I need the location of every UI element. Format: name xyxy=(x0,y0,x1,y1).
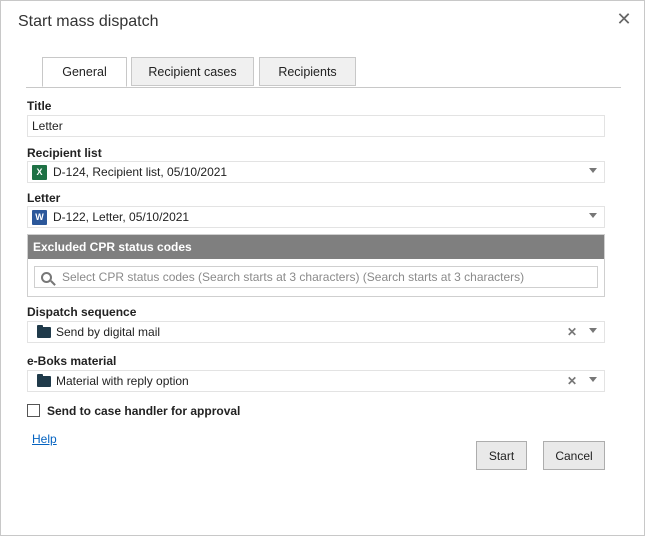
dispatch-sequence-label: Dispatch sequence xyxy=(27,305,137,319)
tab-general[interactable]: General xyxy=(42,57,127,87)
clear-icon[interactable]: ✕ xyxy=(567,325,577,339)
recipient-list-value: D-124, Recipient list, 05/10/2021 xyxy=(53,165,228,179)
cancel-button[interactable]: Cancel xyxy=(543,441,605,470)
help-link[interactable]: Help xyxy=(32,432,57,446)
excel-icon: X xyxy=(32,164,47,180)
dispatch-sequence-dropdown[interactable]: Send by digital mail ✕ xyxy=(27,321,605,343)
eboks-material-label: e-Boks material xyxy=(27,354,117,368)
mass-dispatch-dialog: Start mass dispatch ✕ General Recipient … xyxy=(0,0,645,536)
chevron-down-icon[interactable] xyxy=(589,168,597,173)
dialog-title: Start mass dispatch xyxy=(18,13,159,30)
eboks-material-value: Material with reply option xyxy=(56,374,189,388)
tab-recipients[interactable]: Recipients xyxy=(259,57,356,86)
title-label: Title xyxy=(27,99,52,113)
title-value: Letter xyxy=(32,119,63,133)
cpr-search-placeholder: Select CPR status codes (Search starts a… xyxy=(62,270,525,284)
folder-icon xyxy=(37,373,51,387)
approval-checkbox[interactable] xyxy=(27,404,40,417)
recipient-list-label: Recipient list xyxy=(27,146,102,160)
tab-recipient-cases[interactable]: Recipient cases xyxy=(131,57,254,86)
close-icon[interactable]: ✕ xyxy=(616,9,632,29)
chevron-down-icon[interactable] xyxy=(589,213,597,218)
recipient-list-dropdown[interactable]: X D-124, Recipient list, 05/10/2021 xyxy=(27,161,605,183)
approval-label: Send to case handler for approval xyxy=(47,404,241,418)
folder-icon xyxy=(37,324,51,338)
cpr-search-input[interactable]: Select CPR status codes (Search starts a… xyxy=(34,266,598,288)
chevron-down-icon[interactable] xyxy=(589,377,597,382)
chevron-down-icon[interactable] xyxy=(589,328,597,333)
eboks-material-dropdown[interactable]: Material with reply option ✕ xyxy=(27,370,605,392)
letter-value: D-122, Letter, 05/10/2021 xyxy=(53,210,190,224)
excluded-cpr-header: Excluded CPR status codes xyxy=(28,235,604,259)
letter-label: Letter xyxy=(27,191,61,205)
clear-icon[interactable]: ✕ xyxy=(567,374,577,388)
word-icon: W xyxy=(32,209,47,225)
excluded-cpr-section: Excluded CPR status codes Select CPR sta… xyxy=(27,234,605,297)
tab-bar: General Recipient cases Recipients xyxy=(26,57,621,88)
search-icon xyxy=(41,271,52,283)
start-button[interactable]: Start xyxy=(476,441,527,470)
title-input[interactable]: Letter xyxy=(27,115,605,137)
letter-dropdown[interactable]: W D-122, Letter, 05/10/2021 xyxy=(27,206,605,228)
dispatch-sequence-value: Send by digital mail xyxy=(56,325,161,339)
